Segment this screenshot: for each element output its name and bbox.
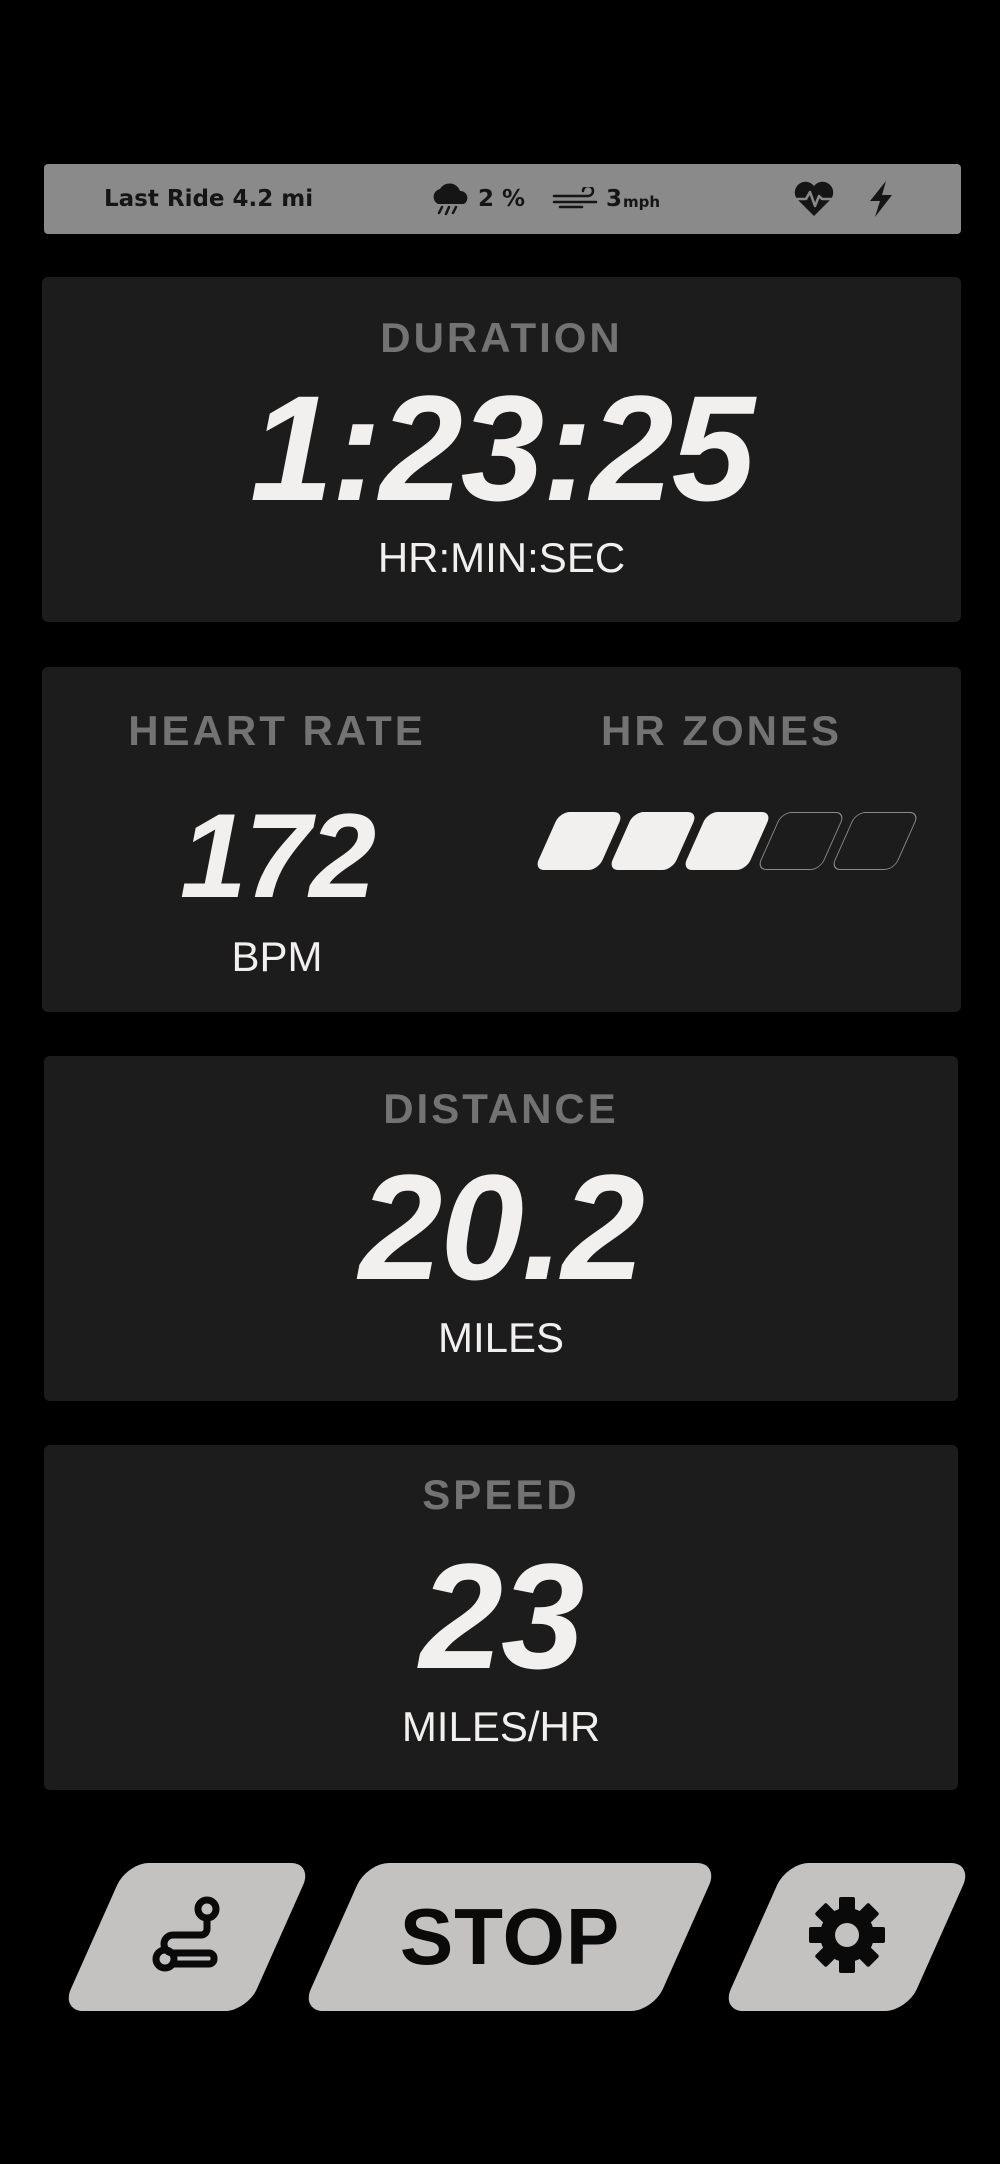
heart-rate-label: HEART RATE [128,707,426,754]
ride-screen: Last Ride 4.2 mi 2 % 3 mph DURATION 1:23… [0,0,1000,2164]
hr-zones-label: HR ZONES [600,707,842,754]
duration-label: DURATION [380,314,623,361]
heart-rate-section: HEART RATE 172 BPM [42,667,512,1012]
hr-zone-segment-2 [608,812,698,870]
distance-label: DISTANCE [383,1085,619,1132]
speed-value: 23 [419,1532,585,1700]
hr-zone-segment-1 [534,812,624,870]
heart-sensor-status[interactable] [792,164,836,234]
hr-zone-segment-4 [756,812,846,870]
route-button[interactable] [61,1863,313,2011]
duration-card: DURATION 1:23:25 HR:MIN:SEC [42,277,961,622]
distance-value: 20.2 [359,1143,645,1311]
speed-unit: MILES/HR [401,1703,601,1750]
hr-zones-indicator [533,812,920,870]
speed-card: SPEED 23 MILES/HR [44,1445,958,1790]
lightning-icon[interactable] [864,179,898,219]
distance-unit: MILES [437,1314,565,1361]
heart-rate-unit: BPM [231,933,323,980]
power-sensor-status[interactable] [864,164,898,234]
gear-icon[interactable] [805,1893,889,1981]
hr-zone-segment-3 [682,812,772,870]
wind-unit: mph [623,193,661,211]
heart-rate-value: 172 [179,789,376,923]
rain-indicator: 2 % [428,164,525,234]
rain-cloud-icon [428,182,474,216]
distance-card: DISTANCE 20.2 MILES [44,1056,958,1401]
settings-button[interactable] [721,1863,973,2011]
route-icon[interactable] [145,1893,229,1981]
heart-pulse-icon[interactable] [792,179,836,219]
stop-button-label[interactable]: STOP [400,1891,620,1983]
duration-value: 1:23:25 [249,364,755,532]
wind-indicator: 3 mph [552,164,660,234]
stop-button[interactable]: STOP [301,1863,719,2011]
wind-icon [552,187,602,211]
duration-unit: HR:MIN:SEC [377,534,626,581]
wind-speed: 3 [606,186,623,212]
rain-percent: 2 % [478,186,526,212]
speed-label: SPEED [422,1471,580,1518]
status-bar: Last Ride 4.2 mi 2 % 3 mph [44,164,961,234]
last-ride-text: Last Ride 4.2 mi [104,186,314,212]
hr-zone-segment-5 [830,812,920,870]
